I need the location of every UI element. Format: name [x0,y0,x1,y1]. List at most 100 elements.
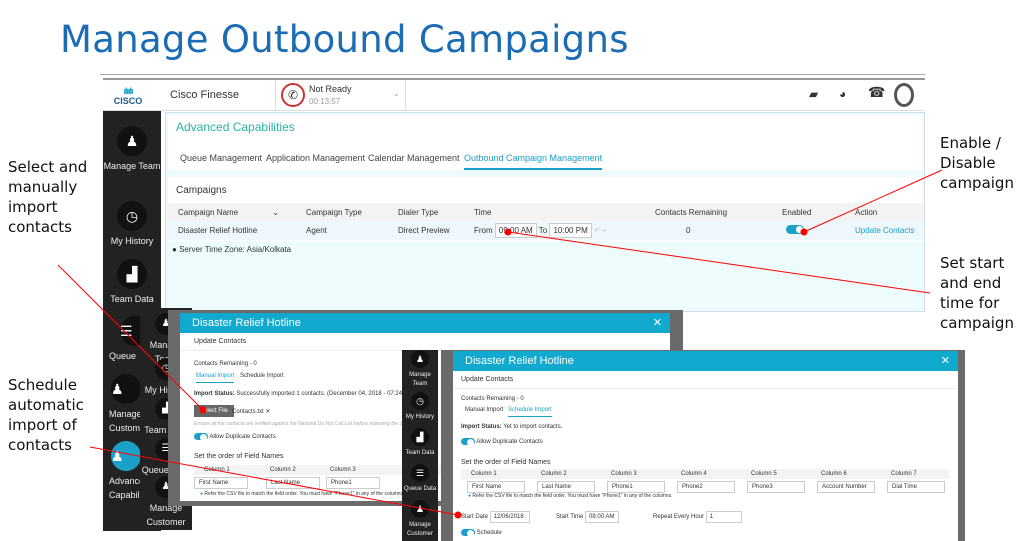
cell-remaining: 0 [686,226,691,235]
sidebar-small-2: ♟ Manage Team ◷ My History ▟ Team Data ☰ Que… [402,350,438,541]
to-time-input[interactable]: 10:00 PM [549,223,592,238]
col-header: Column 3 [330,467,356,473]
field-select[interactable]: First Name [467,481,525,493]
sidebar-item[interactable]: ☰ Queue Data [402,464,438,494]
sidebar-item-team-data[interactable]: ▟ Team Data [103,259,161,306]
dialog-title: Disaster Relief Hotline [465,355,574,367]
sidebar-item-advanced[interactable]: ♟Advanced Capabilities [103,441,143,502]
tab-schedule-import[interactable]: Schedule Import [508,407,552,417]
tab-manual-import[interactable]: Manual Import [196,373,235,383]
sidebar-item-manage-customer[interactable]: ♟Manage Customer [103,374,143,435]
tab-calendar[interactable]: Calendar Management [368,153,460,163]
main-panel: Advanced Capabilities Queue Management A… [165,112,925,312]
field-select[interactable]: Phone3 [747,481,805,493]
dialpad-icon[interactable]: ☎ [868,84,885,101]
tab-queue[interactable]: Queue Management [180,153,262,163]
col-header: Column 2 [270,467,296,473]
note-enable: Enable / Disable campaign [940,134,1014,192]
history-icon: ◷ [117,201,147,231]
enabled-toggle[interactable] [786,225,804,235]
col-remaining: Contacts Remaining [655,208,728,217]
sidebar-item[interactable]: ▟ Team Data [402,428,438,458]
start-time-input[interactable]: 08:00 AM [585,511,620,523]
remove-file-icon[interactable]: ✕ [265,409,270,415]
sidebar-item[interactable]: ♟Manage Team [402,350,438,389]
col-name[interactable]: Campaign Name ⌄ [178,208,279,217]
field-select[interactable]: First Name [194,477,248,489]
allow-duplicates-toggle[interactable] [194,433,208,441]
save-icon[interactable]: ▪ [603,226,606,235]
col-header: Column 6 [821,471,847,477]
dialog-subtitle: Update Contacts [453,371,958,389]
slide-title: Manage Outbound Campaigns [60,18,629,61]
note-manual: Select and manually import contacts [8,158,88,236]
schedule-toggle[interactable] [461,529,475,537]
update-contacts-link[interactable]: Update Contacts [855,226,915,235]
import-status: Yet to import contacts. [503,424,563,430]
file-name: Contacts.txt [232,409,264,415]
sidebar-item-manage-team[interactable]: ♟ Manage Team [103,126,161,173]
col-dialer: Dialer Type [398,208,439,217]
timezone: ● Server Time Zone: Asia/Kolkata [172,245,292,254]
col-header: Column 2 [541,471,567,477]
info-icon: ● [468,493,472,499]
team-message-icon[interactable]: ◕ [839,87,846,101]
tab-application[interactable]: Application Management [266,153,365,163]
col-time: Time [474,208,492,217]
field-select[interactable]: Last Name [266,477,320,489]
tab-outbound[interactable]: Outbound Campaign Management [464,153,603,170]
cell-name: Disaster Relief Hotline [178,226,258,235]
from-label: From [474,226,493,235]
col-header: Column 3 [611,471,637,477]
tab-schedule-import[interactable]: Schedule Import [240,373,284,379]
field-select[interactable]: Account Number [817,481,875,493]
app-name: Cisco Finesse [170,89,240,101]
chevron-down-icon: ⌄ [393,89,400,98]
section-title: Campaigns [176,185,227,196]
team-data-icon: ▟ [117,259,147,289]
customer-icon: ♟ [111,374,141,404]
field-select[interactable]: Phone2 [677,481,735,493]
col-type: Campaign Type [306,208,362,217]
sidebar-item[interactable]: ◷ My History [402,392,438,422]
contacts-remaining: Contacts Remaining - 0 [194,361,257,367]
select-file-button[interactable]: Select File [194,405,235,417]
col-header: Column 1 [471,471,497,477]
divider [100,74,925,75]
allow-duplicates-toggle[interactable] [461,438,475,446]
field-select[interactable]: Dial Time [887,481,945,493]
info-icon: ● [172,245,177,254]
avatar[interactable] [894,83,914,107]
close-icon[interactable]: ✕ [653,313,662,333]
field-select[interactable]: Last Name [537,481,595,493]
col-enabled: Enabled [782,208,812,217]
import-status: Successfully imported 1 contacts. (Decem… [236,391,415,397]
agent-status-dropdown[interactable]: ✆ Not Ready 00:13:57 ⌄ [275,80,406,111]
cell-type: Agent [306,226,327,235]
col-header: Column 7 [891,471,917,477]
status-timer: 00:13:57 [309,97,341,106]
undo-icon[interactable]: ↶ [594,226,601,235]
chat-icon[interactable]: ▰ [809,87,818,101]
to-label: To [538,226,548,235]
tab-manual-import[interactable]: Manual Import [465,407,503,413]
col-action: Action [855,208,878,217]
sidebar-item-my-history[interactable]: ◷ My History [103,201,161,248]
finesse-header: ılıılı CISCO Cisco Finesse ✆ Not Ready 00… [103,78,925,111]
contacts-remaining: Contacts Remaining - 0 [461,396,524,402]
from-time-input[interactable]: 09:00 AM [494,223,537,238]
col-header: Column 4 [681,471,707,477]
dnc-warning: Ensure all the contacts are verified aga… [194,421,420,427]
capabilities-card: Advanced Capabilities Queue Management A… [168,115,923,170]
close-icon[interactable]: ✕ [941,351,950,371]
status-text: Not Ready [309,84,352,94]
col-header: Column 1 [204,467,230,473]
repeat-select[interactable]: 1 [705,511,742,523]
note-schedule: Schedule automatic import of contacts [8,376,84,454]
field-select[interactable]: Phone1 [607,481,665,493]
start-date-input[interactable]: 12/06/2018 [489,511,530,523]
sort-icon: ⌄ [272,208,279,217]
sidebar-item[interactable]: ♟ Manage Customer [402,500,438,539]
cisco-logo: ılıılı CISCO [113,86,143,106]
field-select[interactable]: Phone1 [326,477,380,489]
